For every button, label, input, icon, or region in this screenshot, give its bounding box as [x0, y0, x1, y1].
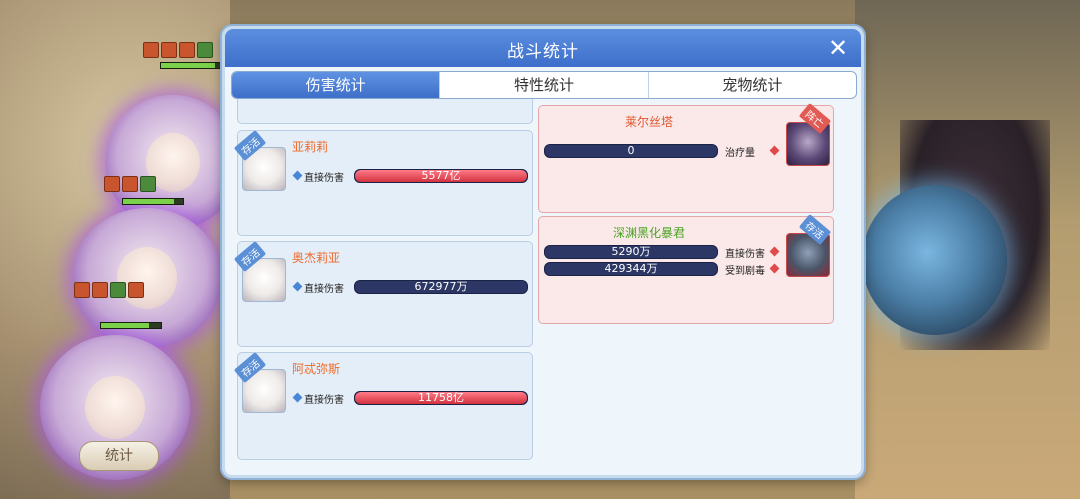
tab-traits[interactable]: 特性统计	[440, 72, 649, 98]
stat-label: 直接伤害	[304, 284, 344, 295]
ally-name: 阿忒弥斯	[292, 362, 341, 376]
damage-bar: 5290万	[544, 245, 718, 259]
buff-icon	[197, 42, 213, 58]
buff-icon	[122, 176, 138, 192]
hero-hp-bar	[122, 198, 184, 205]
buff-icon	[128, 282, 144, 298]
stat-label: 直接伤害	[304, 395, 344, 406]
tab-pets[interactable]: 宠物统计	[649, 72, 856, 98]
ally-name: 亚莉莉	[292, 140, 329, 154]
stats-tabs: 伤害统计 特性统计 宠物统计	[231, 71, 857, 99]
damage-value: 5577亿	[421, 169, 461, 182]
damage-bar: 672977万	[354, 280, 528, 294]
buff-icons	[104, 176, 156, 192]
buff-icon	[104, 176, 120, 192]
buff-icons	[74, 282, 144, 298]
heal-bar: 0	[544, 144, 718, 158]
hero-hp-bar	[100, 322, 162, 329]
dialog-titlebar: 战斗统计 ✕	[225, 29, 861, 67]
buff-icon	[110, 282, 126, 298]
ally-card: 奥杰莉亚 存活 直接伤害 672977万	[233, 240, 533, 347]
hero-hp-bar	[160, 62, 222, 69]
damage-value: 11758亿	[418, 391, 464, 404]
battle-stats-dialog: 战斗统计 ✕ 伤害统计 特性统计 宠物统计 亚莉莉 存活 直接伤害 5577亿 …	[222, 26, 864, 478]
hp-fill	[101, 323, 149, 328]
heal-value: 0	[627, 144, 635, 157]
ally-card: 阿忒弥斯 存活 直接伤害 11758亿	[233, 351, 533, 460]
enemy-name: 莱尔丝塔	[624, 115, 673, 129]
buff-icon	[143, 42, 159, 58]
enemy-name: 深渊黑化暴君	[612, 226, 685, 240]
stat-label: 受到剧毒	[725, 266, 765, 277]
dialog-title: 战斗统计	[507, 42, 579, 62]
buff-icon	[179, 42, 195, 58]
buff-icon	[161, 42, 177, 58]
stat-label: 治疗量	[725, 148, 755, 159]
damage-bar: 11758亿	[354, 391, 528, 405]
hero-face	[117, 247, 177, 309]
buff-icon	[92, 282, 108, 298]
stat-diamond-icon	[769, 145, 780, 156]
enemy-card: 深渊黑化暴君 存活 5290万 直接伤害 429344万 受到剧毒	[538, 213, 834, 324]
stat-label: 直接伤害	[304, 173, 344, 184]
stat-diamond-icon	[292, 281, 303, 292]
hp-fill	[123, 199, 174, 204]
poison-bar: 429344万	[544, 262, 718, 276]
ally-name: 奥杰莉亚	[292, 251, 341, 265]
damage-value: 5290万	[611, 245, 651, 258]
stat-diamond-icon	[292, 392, 303, 403]
hp-fill	[161, 63, 215, 68]
hero-face	[85, 375, 145, 440]
stats-button[interactable]: 统计	[79, 441, 159, 471]
enemy-shield-orb	[862, 185, 1007, 335]
damage-bar: 5577亿	[354, 169, 528, 183]
stat-label: 直接伤害	[725, 249, 765, 260]
damage-value: 672977万	[414, 280, 468, 293]
poison-value: 429344万	[604, 262, 658, 275]
stat-diamond-icon	[769, 246, 780, 257]
buff-icons	[143, 42, 213, 58]
ally-card: 亚莉莉 存活 直接伤害 5577亿	[233, 129, 533, 236]
stat-diamond-icon	[769, 263, 780, 274]
stat-diamond-icon	[292, 170, 303, 181]
tab-damage[interactable]: 伤害统计	[232, 72, 441, 98]
ally-card-partial	[237, 99, 533, 124]
close-icon[interactable]: ✕	[825, 35, 851, 61]
enemy-card: 莱尔丝塔 阵亡 0 治疗量	[538, 102, 834, 213]
buff-icon	[74, 282, 90, 298]
buff-icon	[140, 176, 156, 192]
